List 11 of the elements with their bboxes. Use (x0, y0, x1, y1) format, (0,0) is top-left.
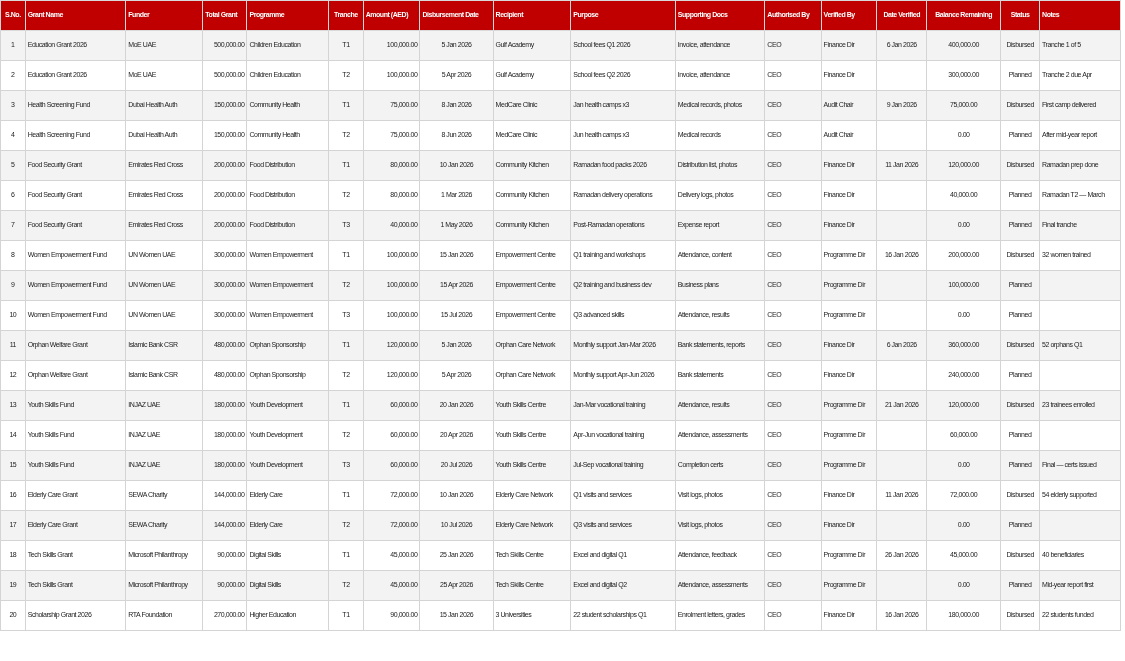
table-cell (876, 120, 927, 151)
table-cell (876, 360, 927, 391)
table-cell (876, 420, 927, 451)
table-cell (876, 570, 927, 601)
table-cell (876, 210, 927, 241)
table-cell (876, 450, 927, 481)
table-cell (876, 180, 927, 211)
table-cell (876, 270, 927, 301)
table-cell (876, 300, 927, 331)
table-cell (876, 510, 927, 541)
table-cell (876, 60, 927, 91)
